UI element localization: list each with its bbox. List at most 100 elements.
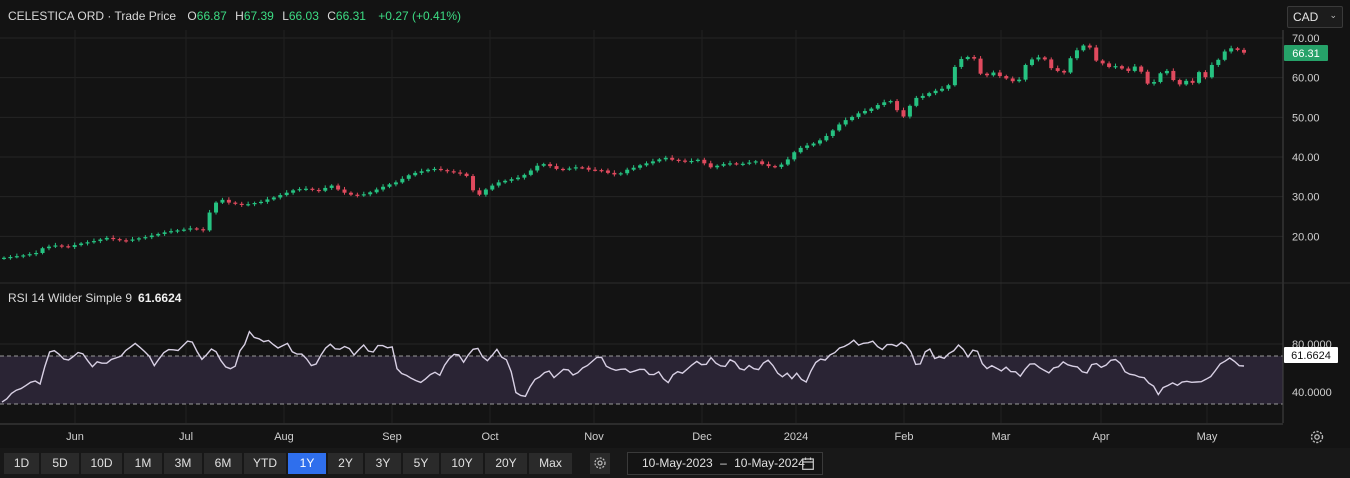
candle-body [162,232,167,234]
candle [528,168,533,177]
candle-body [1222,51,1227,60]
candle-body [1062,70,1067,73]
period-button-1d[interactable]: 1D [4,453,39,474]
price-axis-labels: 20.00 30.00 40.00 50.00 60.00 70.00 [1292,33,1320,243]
candle [1139,65,1144,74]
candle [438,166,443,172]
candle-body [1184,80,1189,85]
settings-gear-icon[interactable] [1309,429,1325,445]
candle [972,55,977,61]
candle-body [393,182,398,185]
month-tick-label: Apr [1092,431,1109,443]
candle [1055,65,1060,73]
candle-body [914,97,919,106]
candle-body [721,164,726,166]
last-price-tag: 66.31 [1284,45,1328,61]
candle [85,240,90,246]
candle-body [895,101,900,111]
candle-body [252,203,257,205]
candle [1087,43,1092,50]
candle [477,187,482,197]
candle [483,188,488,197]
candle-body [291,190,296,193]
candle-body [824,135,829,141]
month-tick-label: 2024 [784,431,808,443]
period-button-10d[interactable]: 10D [81,453,122,474]
period-button-3y[interactable]: 3Y [365,453,401,474]
candle-body [91,241,96,243]
candle-body [676,159,681,161]
candle-body [381,186,386,190]
candle [914,95,919,108]
candle-body [1209,64,1214,78]
date-from: 10-May-2023 [642,456,713,470]
candle [657,157,662,163]
period-button-1y[interactable]: 1Y [288,453,326,474]
candle-body [79,243,84,246]
price-tick-label: 50.00 [1292,112,1320,124]
period-button-6m[interactable]: 6M [204,453,242,474]
candle [1119,64,1124,70]
period-settings-button[interactable] [590,453,610,474]
candle-body [143,237,148,239]
candle-body [1107,63,1112,67]
candle [740,161,745,167]
candle-body [959,59,964,67]
candle [181,227,186,232]
candle-body [1203,72,1208,78]
period-button-3m[interactable]: 3M [164,453,202,474]
change-value: +0.27 (+0.41%) [378,9,462,23]
period-button-2y[interactable]: 2Y [328,453,363,474]
candle-body [991,72,996,76]
candle-body [644,163,649,166]
candle-body [1068,58,1073,73]
candle-body [1229,48,1234,52]
candle [490,183,495,191]
candle [509,177,514,183]
candle-body [734,163,739,165]
period-button-10y[interactable]: 10Y [441,453,483,474]
candle [830,129,835,138]
chart-canvas[interactable]: 20.0030.0040.0050.0060.0070.00 40.000080… [0,0,1350,448]
candle [567,166,572,171]
period-button-5d[interactable]: 5D [41,453,79,474]
high-value: 67.39 [243,9,274,23]
date-range-picker[interactable]: 10-May-2023 – 10-May-2024 [627,452,823,475]
rsi-legend-value: 61.6624 [138,291,182,305]
candle-body [59,245,64,247]
candle [265,196,270,204]
candle-body [85,242,90,244]
candle [785,156,790,166]
candle-body [188,228,193,230]
candle [188,225,193,232]
candle-body [265,199,270,202]
candle-body [426,169,431,172]
candle-body [72,245,77,248]
candle-body [136,238,141,240]
month-tick-label: Mar [992,431,1011,443]
candle [1164,68,1169,76]
candle-body [753,161,758,163]
candle [1029,57,1034,67]
candle [959,56,964,69]
candle [920,93,925,100]
candle [361,191,366,197]
period-button-5y[interactable]: 5Y [403,453,439,474]
candle-body [220,199,225,203]
candle [1190,78,1195,85]
candle-body [850,116,855,121]
period-button-20y[interactable]: 20Y [485,453,527,474]
period-button-1m[interactable]: 1M [124,453,162,474]
candle-body [406,175,411,179]
legend-separator: · [107,9,112,23]
period-button-ytd[interactable]: YTD [244,453,286,474]
candle-body [1094,47,1099,61]
candle [1242,47,1246,55]
candle [875,103,880,110]
month-tick-label: Sep [382,431,402,443]
candle [882,99,887,108]
period-button-max[interactable]: Max [529,453,572,474]
candle-body [1119,66,1124,69]
currency-select[interactable]: CAD ⌄ [1287,6,1343,28]
candle [541,162,546,168]
